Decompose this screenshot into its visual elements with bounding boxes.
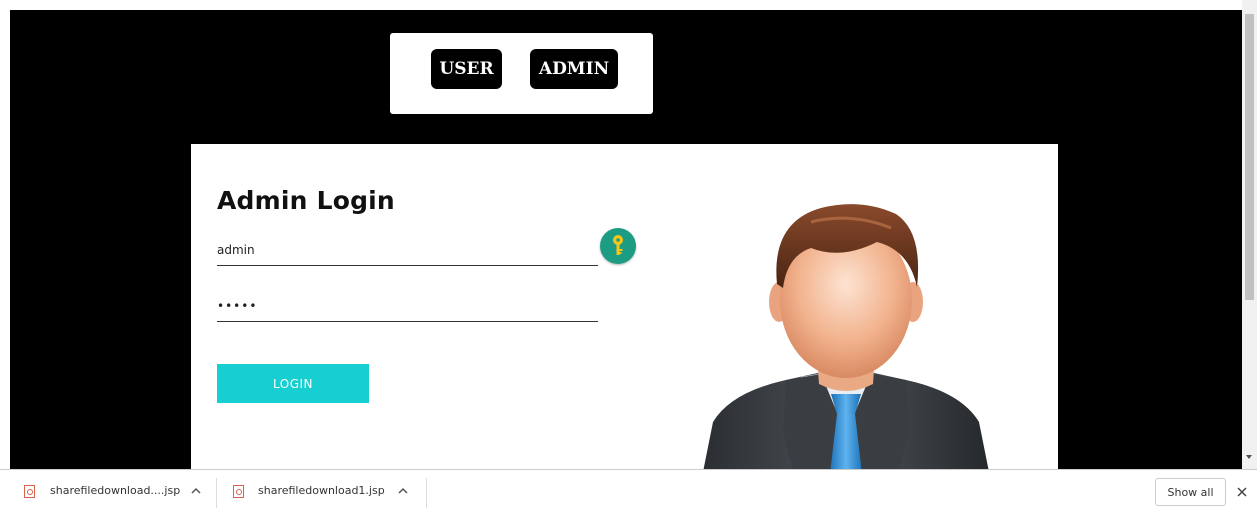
scroll-thumb[interactable]: [1245, 14, 1254, 300]
login-title: Admin Login: [217, 186, 395, 215]
login-button[interactable]: LOGIN: [217, 364, 369, 403]
download-bar: sharefiledownload....jsp sharefiledownlo…: [0, 469, 1257, 514]
user-nav-button[interactable]: USER: [431, 49, 502, 89]
file-icon: [233, 485, 244, 498]
username-input[interactable]: [217, 235, 598, 266]
download-file-name: sharefiledownload1.jsp: [258, 484, 385, 497]
page-background: USER ADMIN Admin Login LOGIN: [10, 10, 1242, 469]
role-switcher: USER ADMIN: [390, 33, 653, 114]
scroll-down-arrow[interactable]: [1242, 452, 1257, 464]
vertical-scrollbar[interactable]: [1242, 0, 1257, 469]
close-icon[interactable]: [1234, 484, 1250, 500]
scroll-up-arrow[interactable]: [1242, 0, 1257, 12]
download-file-name: sharefiledownload....jsp: [50, 484, 181, 497]
login-card: Admin Login LOGIN: [191, 144, 1058, 469]
key-icon[interactable]: [600, 228, 636, 264]
download-item[interactable]: sharefiledownload....jsp: [0, 470, 216, 514]
chevron-up-icon[interactable]: [396, 484, 410, 498]
show-all-button[interactable]: Show all: [1155, 478, 1226, 506]
download-item[interactable]: sharefiledownload1.jsp: [217, 470, 426, 514]
chevron-up-icon[interactable]: [189, 484, 203, 498]
divider: [426, 478, 427, 508]
user-avatar-icon: [691, 192, 1001, 469]
admin-nav-button[interactable]: ADMIN: [530, 49, 618, 89]
password-input[interactable]: [217, 291, 598, 322]
file-icon: [24, 485, 35, 498]
browser-viewport: USER ADMIN Admin Login LOGIN: [0, 0, 1257, 469]
